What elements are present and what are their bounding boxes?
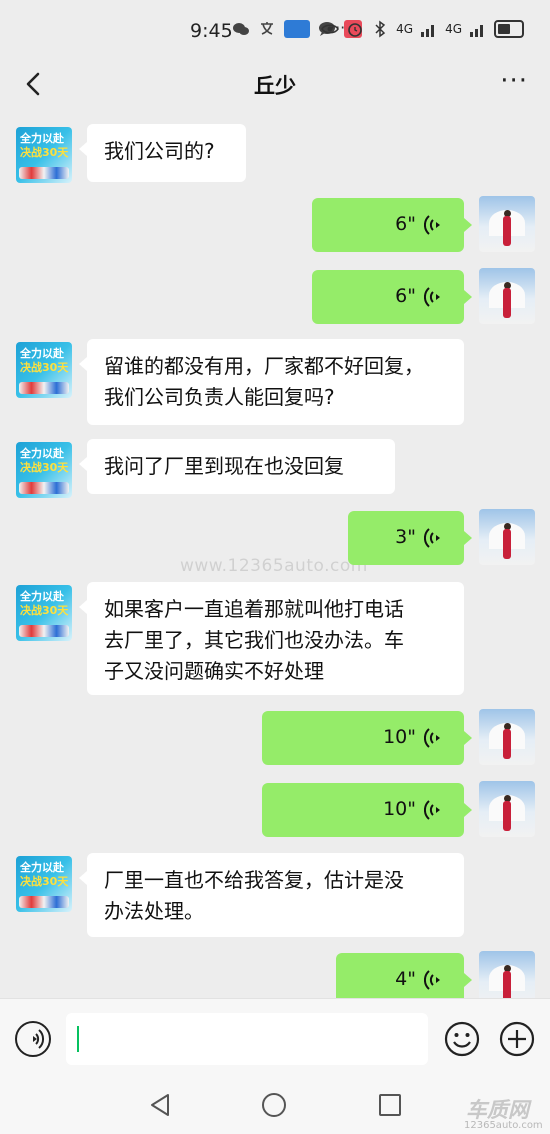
circle-home-icon[interactable] — [262, 1093, 286, 1117]
my-avatar[interactable] — [479, 951, 535, 998]
system-navigation-bar: 车质网 12365auto.com — [0, 1078, 550, 1134]
voice-wave-icon — [424, 970, 440, 990]
text-bubble[interactable]: 如果客户一直追着那就叫他打电话 去厂里了，其它我们也没办法。车 子又没问题确实不… — [79, 582, 464, 695]
voice-bubble[interactable]: 3" — [348, 511, 472, 565]
app-notification-icon — [284, 20, 310, 38]
voice-bubble[interactable]: 4" — [336, 953, 472, 998]
status-system-icons: 4G 4G — [321, 20, 524, 38]
translate-icon — [261, 22, 273, 35]
wechat-notification-icon — [233, 23, 249, 35]
text-bubble[interactable]: 我问了厂里到现在也没回复 — [79, 439, 395, 494]
voice-wave-icon — [424, 287, 440, 307]
bluetooth-icon — [375, 20, 386, 38]
signal-icon-2 — [470, 25, 483, 37]
alarm-icon — [348, 23, 362, 37]
voice-duration: 4" — [395, 968, 416, 990]
plus-icon[interactable] — [499, 1021, 535, 1057]
emoji-icon[interactable] — [444, 1021, 480, 1057]
text-bubble[interactable]: 厂里一直也不给我答复，估计是没 办法处理。 — [79, 853, 464, 937]
voice-bubble[interactable]: 6" — [312, 198, 472, 252]
voice-bubble[interactable]: 6" — [312, 270, 472, 324]
square-recent-icon[interactable] — [379, 1094, 401, 1116]
my-avatar[interactable] — [479, 268, 535, 324]
contact-avatar[interactable]: 全力以赴 决战30天 — [16, 585, 72, 641]
triangle-back-icon[interactable] — [148, 1092, 172, 1118]
voice-wave-icon — [424, 800, 440, 820]
voice-bubble[interactable]: 10" — [262, 783, 472, 837]
voice-wave-icon — [424, 215, 440, 235]
more-dots-icon[interactable]: ··· — [500, 66, 528, 96]
voice-bubble[interactable]: 10" — [262, 711, 472, 765]
text-bubble[interactable]: 留谁的都没有用，厂家都不好回复， 我们公司负责人能回复吗? — [79, 339, 464, 425]
signal-icon — [421, 25, 435, 37]
signal-4g-label-1: 4G — [396, 22, 414, 36]
chat-title: 丘少 — [254, 74, 296, 98]
eye-icon — [321, 24, 340, 34]
my-avatar[interactable] — [479, 781, 535, 837]
voice-duration: 10" — [383, 798, 416, 820]
voice-wave-icon — [424, 728, 440, 748]
contact-avatar[interactable]: 全力以赴 决战30天 — [16, 342, 72, 398]
my-avatar[interactable] — [479, 509, 535, 565]
voice-mode-icon[interactable] — [15, 1021, 51, 1057]
chat-header: 丘少 ··· — [0, 62, 550, 108]
my-avatar[interactable] — [479, 709, 535, 765]
battery-icon — [494, 20, 524, 38]
contact-avatar[interactable]: 全力以赴 决战30天 — [16, 442, 72, 498]
message-input[interactable] — [66, 1013, 428, 1065]
status-bar: 9:45 ··· 4G 4G — [0, 0, 550, 62]
signal-4g-label-2: 4G — [445, 22, 462, 36]
voice-wave-icon — [33, 1029, 45, 1049]
text-caret — [77, 1026, 79, 1052]
brand-url: 12365auto.com — [464, 1120, 543, 1131]
watermark: www.12365auto.com — [180, 556, 368, 576]
my-avatar[interactable] — [479, 196, 535, 252]
voice-wave-icon — [424, 528, 440, 548]
contact-avatar[interactable]: 全力以赴 决战30天 — [16, 856, 72, 912]
status-time: 9:45 — [190, 20, 233, 42]
contact-avatar[interactable]: 全力以赴 决战30天 — [16, 127, 72, 183]
input-bar — [0, 998, 550, 1079]
voice-duration: 6" — [395, 213, 416, 235]
chat-messages[interactable]: www.12365auto.com 全力以赴 决战30天 我们公司的? 6" 6… — [0, 108, 550, 998]
text-bubble[interactable]: 我们公司的? — [79, 124, 246, 182]
voice-duration: 3" — [395, 526, 416, 548]
voice-duration: 6" — [395, 285, 416, 307]
voice-duration: 10" — [383, 726, 416, 748]
